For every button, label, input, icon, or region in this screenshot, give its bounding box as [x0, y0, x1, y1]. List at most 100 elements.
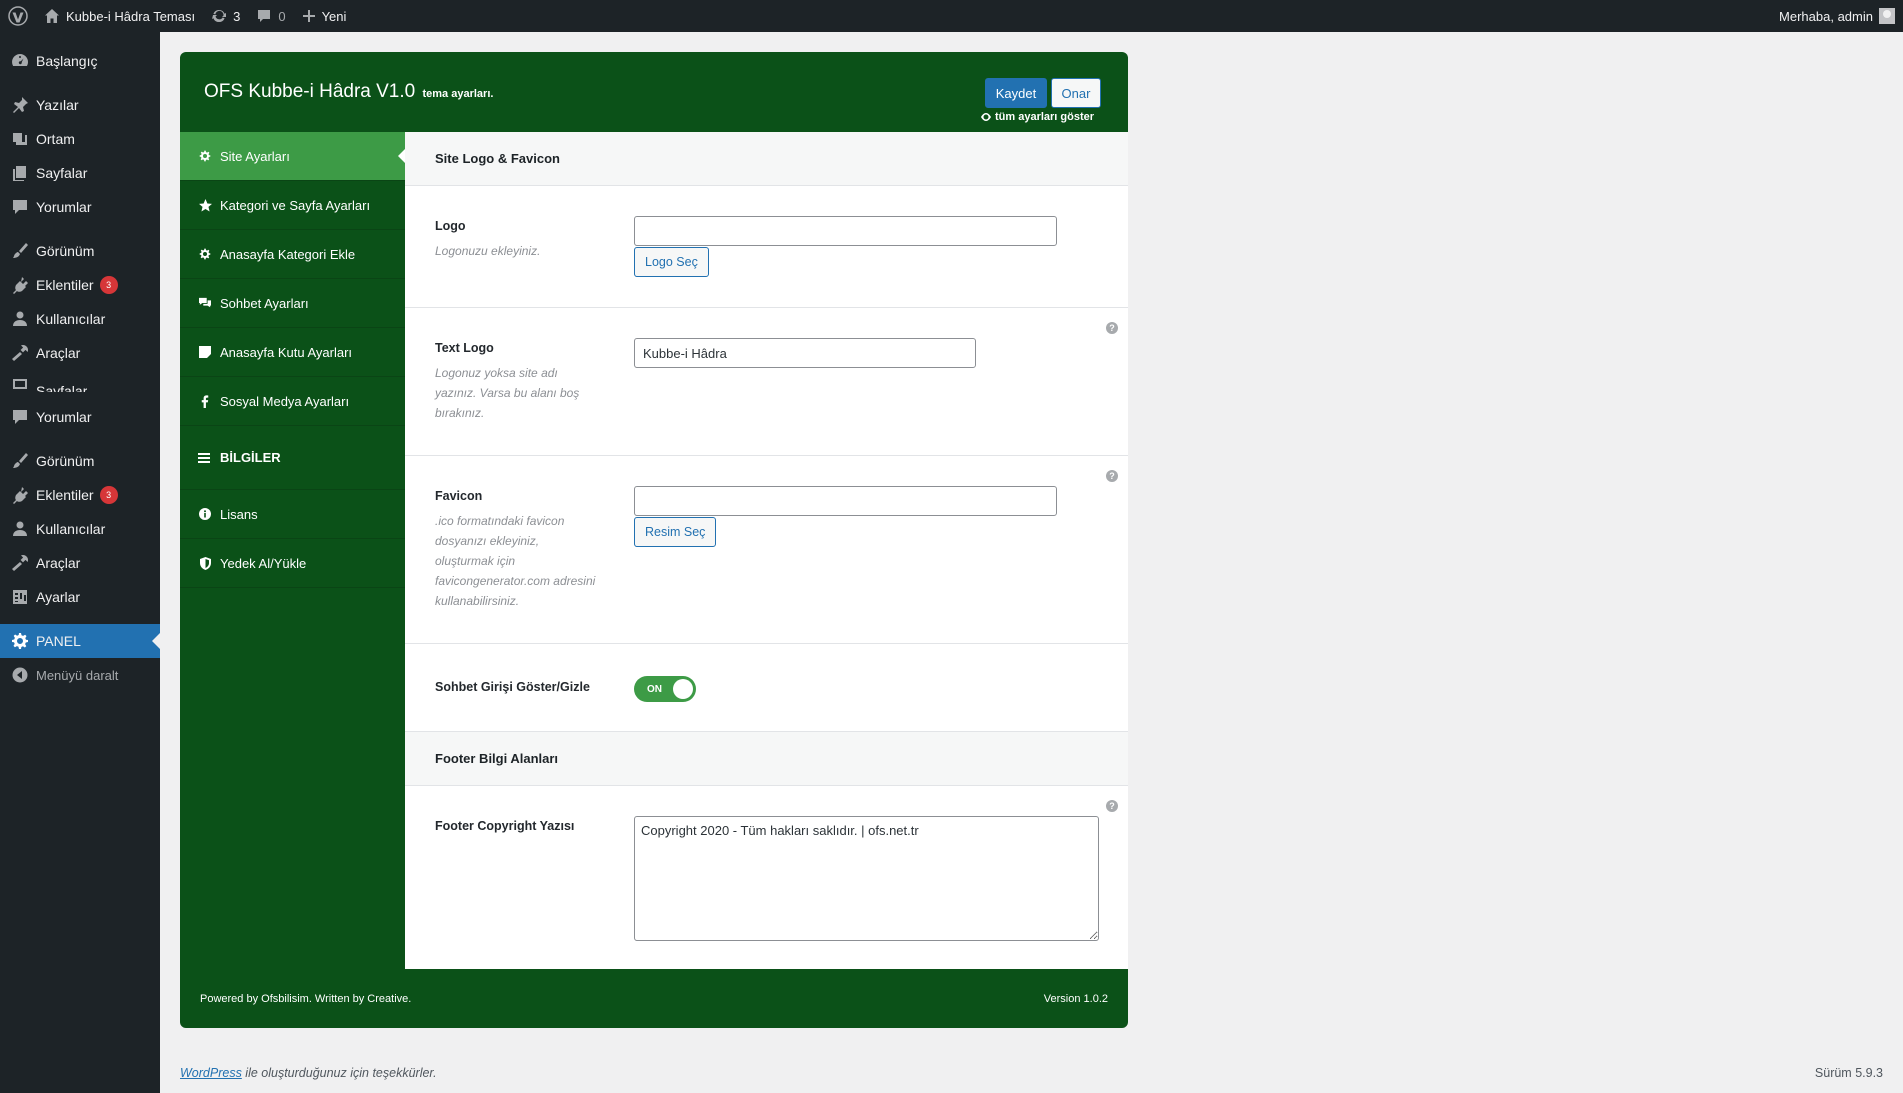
- menu-media[interactable]: Ortam: [0, 122, 160, 156]
- show-all-settings-link[interactable]: tüm ayarları göster: [980, 111, 1094, 123]
- menu-comments[interactable]: Yorumlar: [0, 190, 160, 224]
- menu-label: Yorumlar: [36, 409, 92, 425]
- menu-settings[interactable]: Ayarlar: [0, 580, 160, 614]
- favicon-select-button[interactable]: Resim Seç: [634, 517, 717, 547]
- menu-panel[interactable]: PANEL: [0, 624, 160, 658]
- menu-label: Yorumlar: [36, 199, 92, 215]
- logo-field: Logo Logonuzu ekleyiniz. Logo Seç: [405, 186, 1128, 308]
- menu-label: Eklentiler: [36, 487, 94, 503]
- comment-icon: [10, 407, 30, 427]
- menu-users-duplicate[interactable]: Kullanıcılar: [0, 512, 160, 546]
- toggle-state: ON: [647, 683, 662, 695]
- nav-backup-restore[interactable]: Yedek Al/Yükle: [180, 539, 405, 588]
- menu-label: Ayarlar: [36, 589, 81, 605]
- panel-title-text: OFS Kubbe-i Hâdra V1.0: [204, 81, 416, 102]
- menu-tools[interactable]: Araçlar: [0, 336, 160, 370]
- menu-collapse[interactable]: Menüyü daralt: [0, 658, 160, 692]
- new-label: Yeni: [321, 8, 347, 24]
- reset-button[interactable]: Onar: [1051, 78, 1101, 108]
- user-icon: [10, 519, 30, 539]
- panel-title: OFS Kubbe-i Hâdra V1.0 tema ayarları.: [204, 81, 493, 103]
- wp-version: Sürüm 5.9.3: [1814, 1066, 1883, 1080]
- new-content-link[interactable]: Yeni: [294, 0, 355, 32]
- favicon-url-input[interactable]: [634, 486, 1057, 516]
- menu-tools-duplicate[interactable]: Araçlar: [0, 546, 160, 580]
- nav-homepage-category[interactable]: Anasayfa Kategori Ekle: [180, 230, 405, 279]
- nav-site-settings[interactable]: Site Ayarları: [180, 132, 405, 181]
- panel-subtitle: tema ayarları.: [422, 88, 494, 100]
- menu-label: Görünüm: [36, 243, 95, 259]
- chat-toggle-switch[interactable]: ON: [634, 676, 696, 702]
- panel-version: Version 1.0.2: [1043, 992, 1108, 1005]
- list-icon: [198, 451, 212, 465]
- nav-license[interactable]: Lisans: [180, 490, 405, 539]
- nav-chat-settings[interactable]: Sohbet Ayarları: [180, 279, 405, 328]
- nav-social-media-settings[interactable]: Sosyal Medya Ayarları: [180, 377, 405, 426]
- menu-appearance-duplicate[interactable]: Görünüm: [0, 444, 160, 478]
- favicon-field: ? Favicon .ico formatındaki favicon dosy…: [405, 456, 1128, 644]
- comments-link[interactable]: 0: [248, 0, 293, 32]
- favicon-label: Favicon: [435, 489, 483, 503]
- menu-label: Menüyü daralt: [36, 667, 119, 683]
- help-icon[interactable]: ?: [1106, 470, 1118, 482]
- menu-plugins-duplicate[interactable]: Eklentiler 3: [0, 478, 160, 512]
- menu-plugins[interactable]: Eklentiler 3: [0, 268, 160, 302]
- logo-url-input[interactable]: [634, 216, 1057, 246]
- user-icon: [10, 309, 30, 329]
- site-name-link[interactable]: Kubbe-i Hâdra Teması: [36, 0, 203, 32]
- menu-posts[interactable]: Yazılar: [0, 88, 160, 122]
- nav-category-page-settings[interactable]: Kategori ve Sayfa Ayarları: [180, 181, 405, 230]
- nav-label: Sohbet Ayarları: [220, 295, 309, 311]
- plugin-update-badge: 3: [99, 276, 118, 294]
- footer-copyright-label: Footer Copyright Yazısı: [435, 819, 575, 833]
- menu-label: PANEL: [36, 633, 81, 649]
- help-icon[interactable]: ?: [1106, 322, 1118, 334]
- menu-pages-duplicate[interactable]: Sayfalar: [0, 370, 160, 400]
- panel-content: Site Logo & Favicon Logo Logonuzu ekleyi…: [405, 132, 1128, 969]
- wp-footer: WordPress ile oluşturduğunuz için teşekk…: [180, 1066, 1883, 1080]
- nav-heading-label: BİLGİLER: [220, 450, 281, 465]
- menu-label: Kullanıcılar: [36, 311, 106, 327]
- logo-select-button[interactable]: Logo Seç: [634, 247, 709, 277]
- collapse-icon: [10, 665, 30, 685]
- plus-icon: [302, 10, 315, 22]
- text-logo-input[interactable]: [634, 338, 976, 368]
- wordpress-logo-icon[interactable]: [0, 0, 36, 32]
- menu-comments-duplicate[interactable]: Yorumlar: [0, 400, 160, 434]
- save-button[interactable]: Kaydet: [985, 78, 1047, 108]
- logo-label: Logo: [435, 219, 466, 233]
- menu-users[interactable]: Kullanıcılar: [0, 302, 160, 336]
- show-all-label: tüm ayarları göster: [995, 111, 1095, 123]
- help-icon[interactable]: ?: [1106, 800, 1118, 812]
- panel-header: OFS Kubbe-i Hâdra V1.0 tema ayarları. Ka…: [180, 52, 1128, 132]
- menu-label: Görünüm: [36, 453, 95, 469]
- wordpress-link[interactable]: WordPress: [180, 1066, 242, 1080]
- menu-appearance[interactable]: Görünüm: [0, 234, 160, 268]
- menu-dashboard[interactable]: Başlangıç: [0, 44, 160, 78]
- text-logo-field: ? Text Logo Logonuz yoksa site adı yazın…: [405, 308, 1128, 456]
- thanks-text: ile oluşturduğunuz için teşekkürler.: [241, 1066, 437, 1080]
- text-logo-description: Logonuz yoksa site adı yazınız. Varsa bu…: [435, 366, 580, 420]
- avatar: [1879, 8, 1895, 24]
- footer-copyright-textarea[interactable]: Copyright 2020 - Tüm hakları saklıdır. |…: [634, 816, 1099, 941]
- menu-label: Ortam: [36, 131, 75, 147]
- account-menu[interactable]: Merhaba, admin: [1779, 8, 1903, 24]
- favicon-description: .ico formatındaki favicon dosyanızı ekle…: [435, 514, 596, 608]
- toggle-knob: [673, 679, 693, 699]
- shield-icon: [198, 556, 212, 570]
- eye-icon: [981, 113, 991, 121]
- info-icon: [198, 507, 212, 521]
- nav-label: Site Ayarları: [220, 148, 290, 164]
- nav-homepage-box-settings[interactable]: Anasayfa Kutu Ayarları: [180, 328, 405, 377]
- nav-label: Kategori ve Sayfa Ayarları: [220, 197, 371, 213]
- comment-icon: [10, 197, 30, 217]
- home-icon: [45, 9, 59, 23]
- nav-info-heading: BİLGİLER: [180, 426, 405, 490]
- footer-copyright-field: ? Footer Copyright Yazısı Copyright 2020…: [405, 786, 1128, 969]
- menu-label: Yazılar: [36, 97, 79, 113]
- menu-pages[interactable]: Sayfalar: [0, 156, 160, 190]
- pin-icon: [10, 95, 30, 115]
- star-icon: [198, 198, 212, 212]
- updates-link[interactable]: 3: [203, 0, 248, 32]
- logo-description: Logonuzu ekleyiniz.: [435, 244, 541, 258]
